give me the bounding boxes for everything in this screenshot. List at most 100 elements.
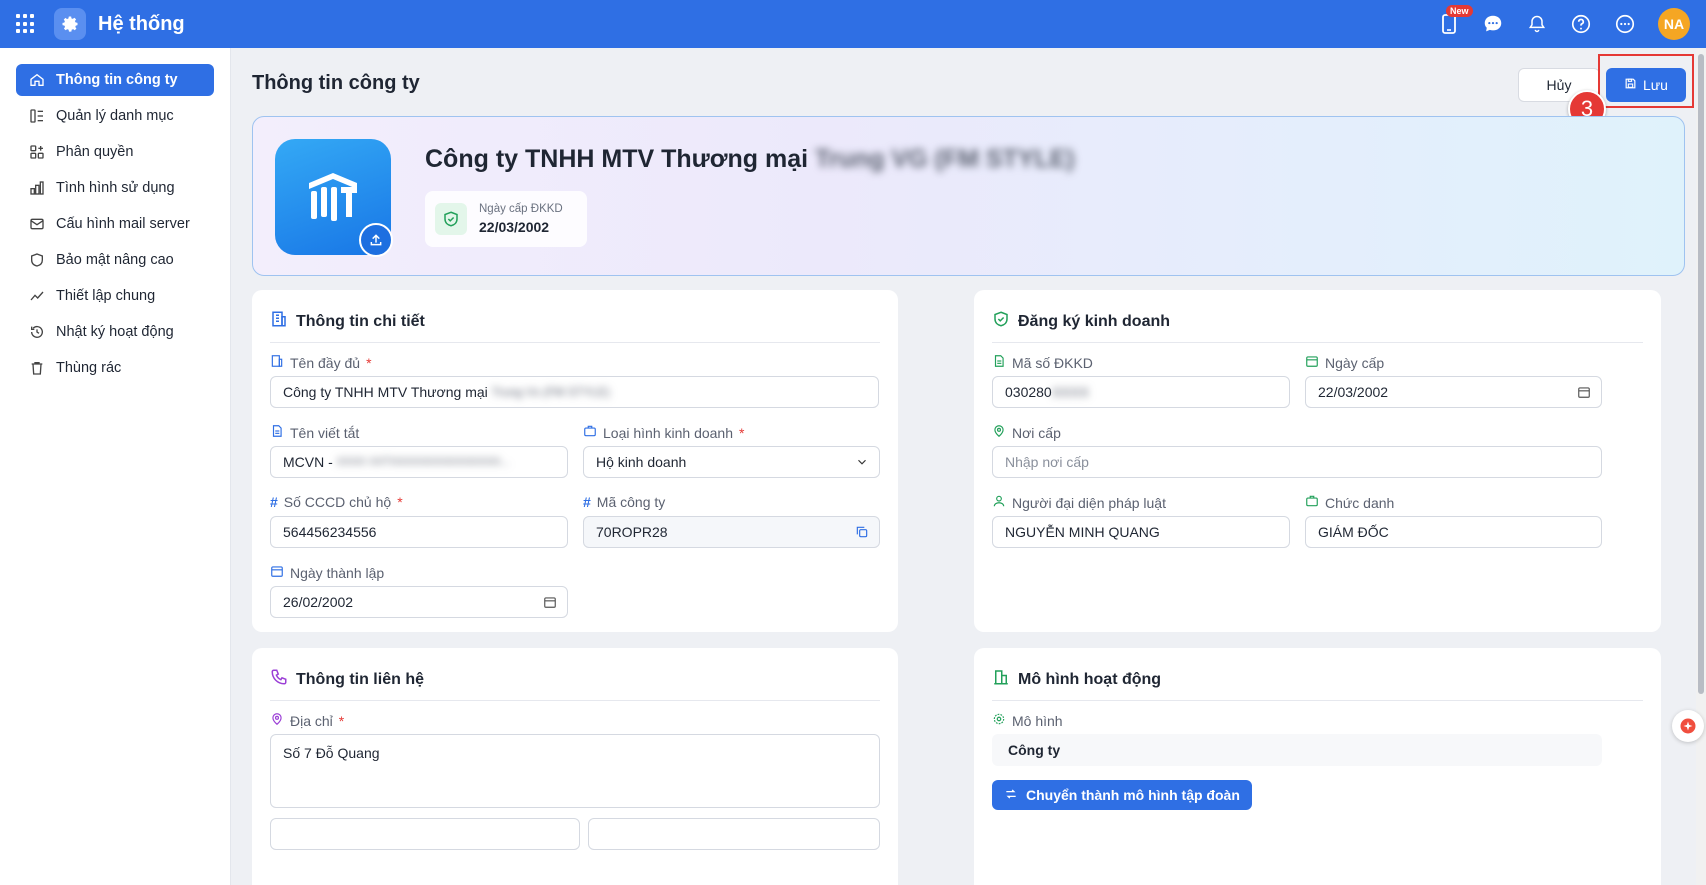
sidebar-item-trash[interactable]: Thùng rác [16,352,214,384]
full-name-label: Tên đầy đủ * [270,354,372,371]
business-type-select[interactable]: Hộ kinh doanh [583,446,880,478]
convert-icon [1004,787,1018,804]
sidebar: Thông tin công ty Quản lý danh mục Phân … [0,48,231,885]
divider [270,700,880,701]
full-name-value: Công ty TNHH MTV Thương mại [283,384,488,400]
shield-check-icon [992,310,1010,333]
company-code-input: 70ROPR28 [583,516,880,548]
sidebar-item-usage[interactable]: Tình hình sử dụng [16,172,214,204]
hash-icon: # [583,494,591,510]
divider [270,342,880,343]
scrollbar-thumb[interactable] [1698,54,1704,694]
model-card-title: Mô hình hoạt động [992,668,1161,691]
full-name-label-text: Tên đầy đủ [290,354,361,371]
sidebar-item-label: Tình hình sử dụng [56,180,175,196]
sidebar-item-permission[interactable]: Phân quyền [16,136,214,168]
founded-date-input[interactable]: 26/02/2002 [270,586,568,618]
cccd-label: # Số CCCD chủ hộ * [270,494,403,510]
legal-rep-value: NGUYỄN MINH QUANG [1005,524,1160,540]
upload-logo-button[interactable] [359,223,393,257]
location-pin-icon [270,712,284,729]
page-title: Thông tin công ty [252,72,420,94]
reg-no-label: Mã số ĐKKD [992,354,1093,371]
gear-icon [992,712,1006,729]
calendar-icon[interactable] [543,595,557,612]
avatar[interactable]: NA [1658,8,1690,40]
chip-value: 22/03/2002 [479,219,550,235]
model-label-text: Mô hình [1012,712,1063,729]
position-input[interactable]: GIÁM ĐỐC [1305,516,1602,548]
position-label: Chức danh [1305,494,1394,511]
assistant-float-button[interactable] [1672,710,1704,742]
cccd-input[interactable]: 564456234556 [270,516,568,548]
sidebar-item-label: Quản lý danh mục [56,108,174,124]
location-pin-icon [992,424,1006,441]
bell-icon[interactable] [1526,13,1548,35]
address-textarea[interactable]: Số 7 Đỗ Quang [270,734,880,808]
building-icon [270,354,284,371]
hash-icon: # [270,494,278,510]
short-name-input[interactable]: MCVN - XXXX XXTXXXXXXXXXXXXXXX... [270,446,568,478]
chat-icon[interactable] [1482,13,1504,35]
full-name-input[interactable]: Công ty TNHH MTV Thương mại Trung Vs (FM… [270,376,879,408]
sidebar-item-label: Thùng rác [56,360,122,376]
sidebar-item-activity-log[interactable]: Nhật ký hoạt động [16,316,214,348]
address-label: Địa chỉ * [270,712,344,729]
company-name: Công ty TNHH MTV Thương mại Trung VG (FM… [425,145,1075,174]
copy-icon[interactable] [855,525,869,542]
detail-card: Thông tin chi tiết Tên đầy đủ * Công ty T… [252,290,898,632]
document-icon [992,354,1006,371]
model-title-text: Mô hình hoạt động [1018,670,1162,688]
chevron-down-icon [855,455,869,472]
mobile-app-icon[interactable]: New [1438,5,1473,35]
business-type-label: Loại hình kinh doanh * [583,424,744,441]
contact-field-right[interactable] [588,818,880,850]
sidebar-item-mail-server[interactable]: Cấu hình mail server [16,208,214,240]
divider [992,342,1643,343]
required-mark: * [338,712,345,729]
address-label-text: Địa chỉ [290,712,333,729]
calendar-icon [270,564,284,581]
company-code-label-text: Mã công ty [596,494,666,510]
office-building-icon [992,668,1010,691]
convert-label: Chuyển thành mô hình tập đoàn [1026,787,1240,803]
detail-title-text: Thông tin chi tiết [296,312,425,330]
issue-place-input[interactable]: Nhập nơi cấp [992,446,1602,478]
registration-card-title: Đăng ký kinh doanh [992,310,1170,333]
short-name-label: Tên viết tắt [270,424,359,441]
cccd-value: 564456234556 [283,524,377,540]
sidebar-item-label: Phân quyền [56,144,134,160]
registration-date-chip: Ngày cấp ĐKKD 22/03/2002 [425,191,587,247]
short-name-value: MCVN - [283,454,333,470]
contact-field-left[interactable] [270,818,580,850]
sidebar-item-category[interactable]: Quản lý danh mục [16,100,214,132]
settings-logo-icon [54,8,86,40]
more-icon[interactable] [1614,13,1636,35]
sidebar-item-security[interactable]: Bảo mật nâng cao [16,244,214,276]
company-hero-card: Công ty TNHH MTV Thương mại Trung VG (FM… [252,116,1685,276]
cccd-label-text: Số CCCD chủ hộ [283,494,392,510]
short-name-label-text: Tên viết tắt [290,424,360,441]
company-name-text: Công ty TNHH MTV Thương mại [425,145,809,173]
calendar-icon[interactable] [1577,385,1591,402]
issue-place-placeholder: Nhập nơi cấp [1005,454,1089,470]
legal-rep-input[interactable]: NGUYỄN MINH QUANG [992,516,1290,548]
issue-date-input[interactable]: 22/03/2002 [1305,376,1602,408]
history-icon [28,323,46,341]
help-icon[interactable] [1570,13,1592,35]
issue-place-label: Nơi cấp [992,424,1061,441]
convert-to-group-button[interactable]: Chuyển thành mô hình tập đoàn [992,780,1252,810]
sidebar-item-company-info[interactable]: Thông tin công ty [16,64,214,96]
company-name-blurred: Trung VG (FM STYLE) [815,145,1075,173]
founded-label: Ngày thành lập [270,564,384,581]
reg-no-input[interactable]: 030280 XXXX [992,376,1290,408]
required-mark: * [366,354,372,371]
trash-icon [28,359,46,377]
reg-no-label-text: Mã số ĐKKD [1012,354,1093,371]
page-scrollbar[interactable] [1696,48,1706,885]
apps-grid-icon[interactable] [16,14,36,34]
document-icon [270,424,284,441]
sidebar-item-general-settings[interactable]: Thiết lập chung [16,280,214,312]
briefcase-icon [1305,494,1319,511]
issue-place-label-text: Nơi cấp [1012,424,1061,441]
